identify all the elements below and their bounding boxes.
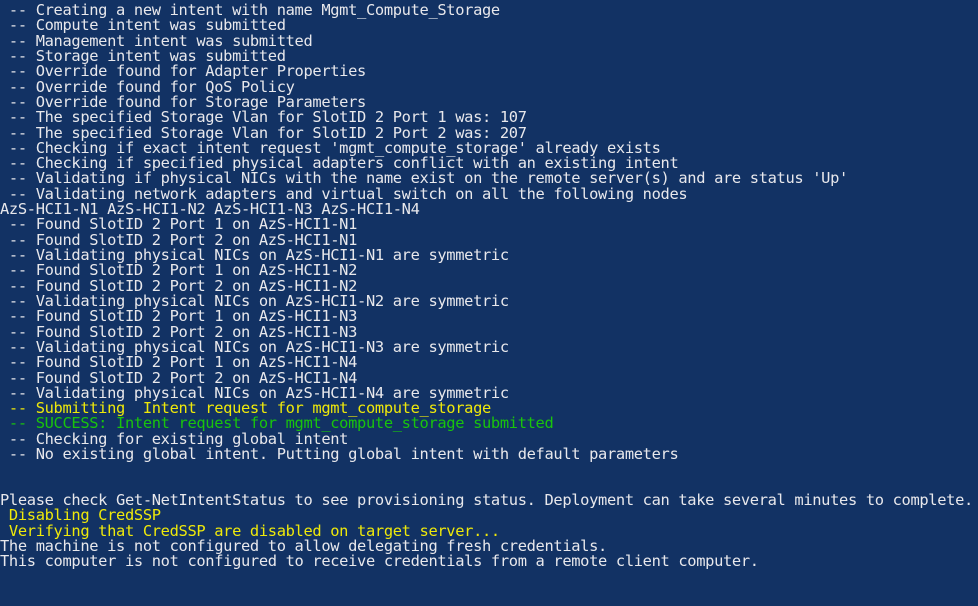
- terminal-line: This computer is not configured to recei…: [0, 552, 759, 571]
- terminal-line: -- No existing global intent. Putting gl…: [0, 445, 679, 464]
- powershell-console-output[interactable]: -- Creating a new intent with name Mgmt_…: [0, 0, 978, 606]
